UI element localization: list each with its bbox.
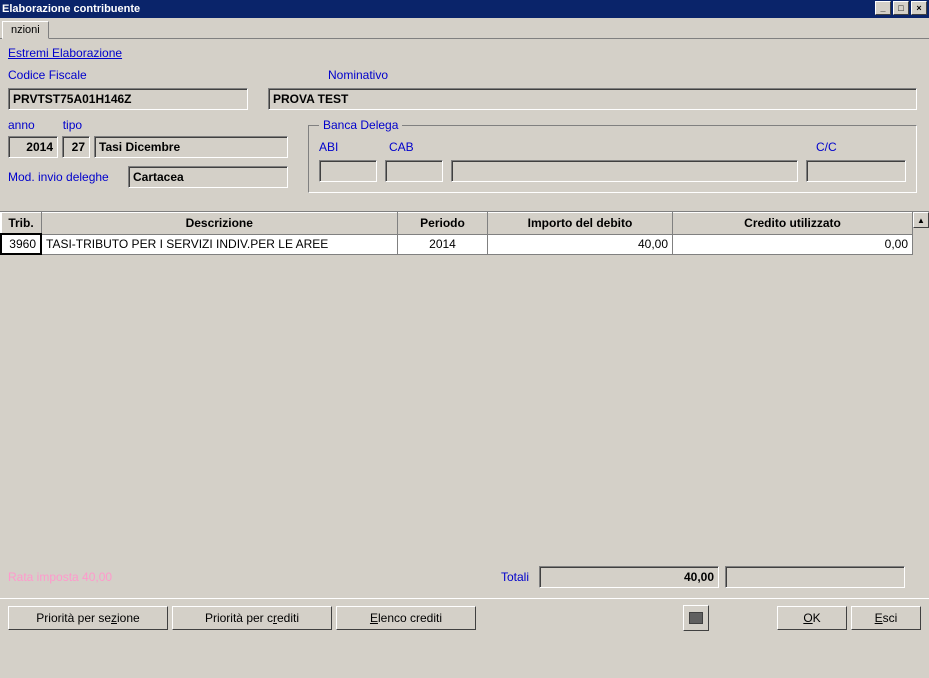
tipo-descr-field: Tasi Dicembre: [94, 136, 288, 158]
minimize-button[interactable]: _: [875, 1, 891, 15]
cell-descrizione[interactable]: TASI-TRIBUTO PER I SERVIZI INDIV.PER LE …: [41, 234, 398, 254]
tab-nzioni[interactable]: nzioni: [2, 21, 49, 39]
esci-button[interactable]: Esci: [851, 606, 921, 630]
title-bar: Elaborazione contribuente _ □ ×: [0, 0, 929, 18]
cell-periodo[interactable]: 2014: [398, 234, 488, 254]
legend-banca-delega: Banca Delega: [319, 118, 402, 132]
elenco-crediti-button[interactable]: Elenco crediti: [336, 606, 476, 630]
col-periodo[interactable]: Periodo: [398, 213, 488, 235]
close-button[interactable]: ×: [911, 1, 927, 15]
label-abi: ABI: [319, 140, 369, 154]
footer-hidden-text: Rata imposta 40,00: [8, 570, 112, 584]
stop-icon: [689, 612, 703, 624]
vertical-scrollbar[interactable]: ▲: [913, 212, 929, 562]
priorita-sezione-button[interactable]: Priorità per sezione: [8, 606, 168, 630]
col-credito[interactable]: Credito utilizzato: [673, 213, 913, 235]
label-cab: CAB: [389, 140, 439, 154]
label-cc: C/C: [816, 140, 906, 154]
label-mod-invio: Mod. invio deleghe: [8, 170, 118, 184]
label-totali: Totali: [501, 570, 529, 584]
anno-field[interactable]: 2014: [8, 136, 58, 158]
mod-invio-field[interactable]: Cartacea: [128, 166, 288, 188]
grid-header-row: Trib. Descrizione Periodo Importo del de…: [1, 213, 913, 235]
banca-descr-field[interactable]: [451, 160, 798, 182]
data-grid[interactable]: Trib. Descrizione Periodo Importo del de…: [0, 212, 913, 255]
banca-delega-group: Banca Delega ABI CAB C/C: [308, 118, 917, 193]
tipo-field[interactable]: 27: [62, 136, 90, 158]
window-title: Elaborazione contribuente: [2, 3, 140, 15]
col-importo[interactable]: Importo del debito: [488, 213, 673, 235]
menu-bar: nzioni: [0, 18, 929, 40]
codice-fiscale-field[interactable]: PRVTST75A01H146Z: [8, 88, 248, 110]
scroll-up-button[interactable]: ▲: [913, 212, 929, 228]
cell-credito[interactable]: 0,00: [673, 234, 913, 254]
label-tipo: tipo: [63, 118, 82, 132]
cell-importo[interactable]: 40,00: [488, 234, 673, 254]
total-importo-field: 40,00: [539, 566, 719, 588]
square-action-button[interactable]: [683, 605, 709, 631]
label-anno: anno: [8, 118, 35, 132]
total-credito-field: [725, 566, 905, 588]
priorita-crediti-button[interactable]: Priorità per crediti: [172, 606, 332, 630]
col-descrizione[interactable]: Descrizione: [41, 213, 398, 235]
cell-trib[interactable]: 3960: [1, 234, 41, 254]
section-title: Estremi Elaborazione: [8, 46, 921, 60]
abi-field[interactable]: [319, 160, 377, 182]
ok-button[interactable]: OK: [777, 606, 847, 630]
nominativo-field[interactable]: PROVA TEST: [268, 88, 917, 110]
cc-field[interactable]: [806, 160, 906, 182]
label-codice-fiscale: Codice Fiscale: [8, 68, 288, 82]
cab-field[interactable]: [385, 160, 443, 182]
maximize-button[interactable]: □: [893, 1, 909, 15]
col-trib[interactable]: Trib.: [1, 213, 41, 235]
label-nominativo: Nominativo: [328, 68, 921, 82]
table-row[interactable]: 3960 TASI-TRIBUTO PER I SERVIZI INDIV.PE…: [1, 234, 913, 254]
